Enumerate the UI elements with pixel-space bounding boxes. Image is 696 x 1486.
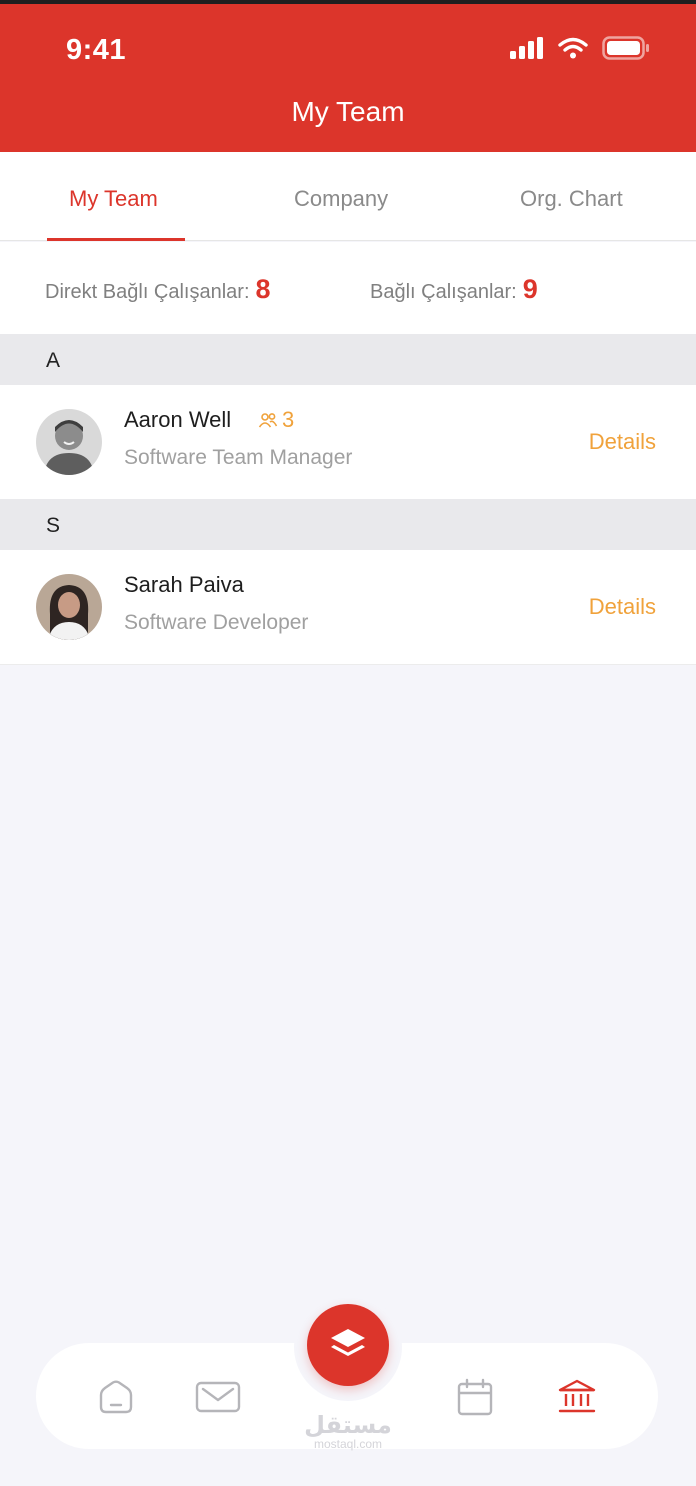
all-reports-label: Bağlı Çalışanlar: xyxy=(370,281,517,303)
direct-reports-value: 8 xyxy=(255,274,271,304)
section-header-s: S xyxy=(0,499,696,550)
section-letter: S xyxy=(46,514,61,537)
layers-button[interactable] xyxy=(307,1304,389,1386)
person-name: Aaron Well xyxy=(124,407,232,432)
section-header-a: A xyxy=(0,334,696,385)
watermark-latin: mostaql.com xyxy=(313,1437,383,1451)
home-icon[interactable] xyxy=(97,1380,135,1414)
tab-my-team[interactable]: My Team xyxy=(69,186,158,212)
bank-icon[interactable] xyxy=(557,1378,597,1414)
details-link[interactable]: Details xyxy=(589,429,656,455)
reports-badge: 3 xyxy=(258,407,294,433)
active-tab-indicator xyxy=(47,238,185,241)
mail-icon[interactable] xyxy=(195,1381,241,1413)
page-title: My Team xyxy=(291,96,405,127)
layers-icon xyxy=(331,1329,365,1356)
app-header: 9:41 My Team xyxy=(0,4,696,152)
battery-icon xyxy=(602,36,649,60)
tab-company[interactable]: Company xyxy=(294,186,388,212)
employee-counts: Direkt Bağlı Çalışanlar: 8 Bağlı Çalışanl… xyxy=(0,242,696,334)
list-item-aaron-well[interactable]: Aaron Well 3 Software Team Manager Detai… xyxy=(0,385,696,499)
status-icons xyxy=(510,36,650,60)
signal-icon xyxy=(510,37,543,59)
person-role: Software Developer xyxy=(124,611,309,634)
direct-reports-label: Direkt Bağlı Çalışanlar: xyxy=(45,281,250,303)
reports-count: 3 xyxy=(282,407,295,432)
tab-org-chart[interactable]: Org. Chart xyxy=(520,186,623,212)
list-item-sarah-paiva[interactable]: Sarah Paiva Software Developer Details xyxy=(0,550,696,665)
details-link[interactable]: Details xyxy=(589,594,656,620)
divider xyxy=(0,664,696,665)
status-time: 9:41 xyxy=(66,34,127,66)
all-reports-count: Bağlı Çalışanlar: 9 xyxy=(370,274,538,305)
person-role: Software Team Manager xyxy=(124,446,353,469)
watermark-arabic: مستقل xyxy=(304,1412,392,1439)
tab-bar: My Team Company Org. Chart xyxy=(0,152,696,241)
wifi-icon xyxy=(558,37,588,59)
watermark: مستقل mostaql.com xyxy=(300,1412,396,1451)
person-name: Sarah Paiva xyxy=(124,572,244,597)
direct-reports-count: Direkt Bağlı Çalışanlar: 8 xyxy=(45,274,271,305)
avatar xyxy=(36,409,102,475)
people-icon xyxy=(258,413,278,428)
section-letter: A xyxy=(46,349,61,372)
avatar xyxy=(36,574,102,640)
all-reports-value: 9 xyxy=(522,274,538,304)
calendar-icon[interactable] xyxy=(457,1378,493,1416)
